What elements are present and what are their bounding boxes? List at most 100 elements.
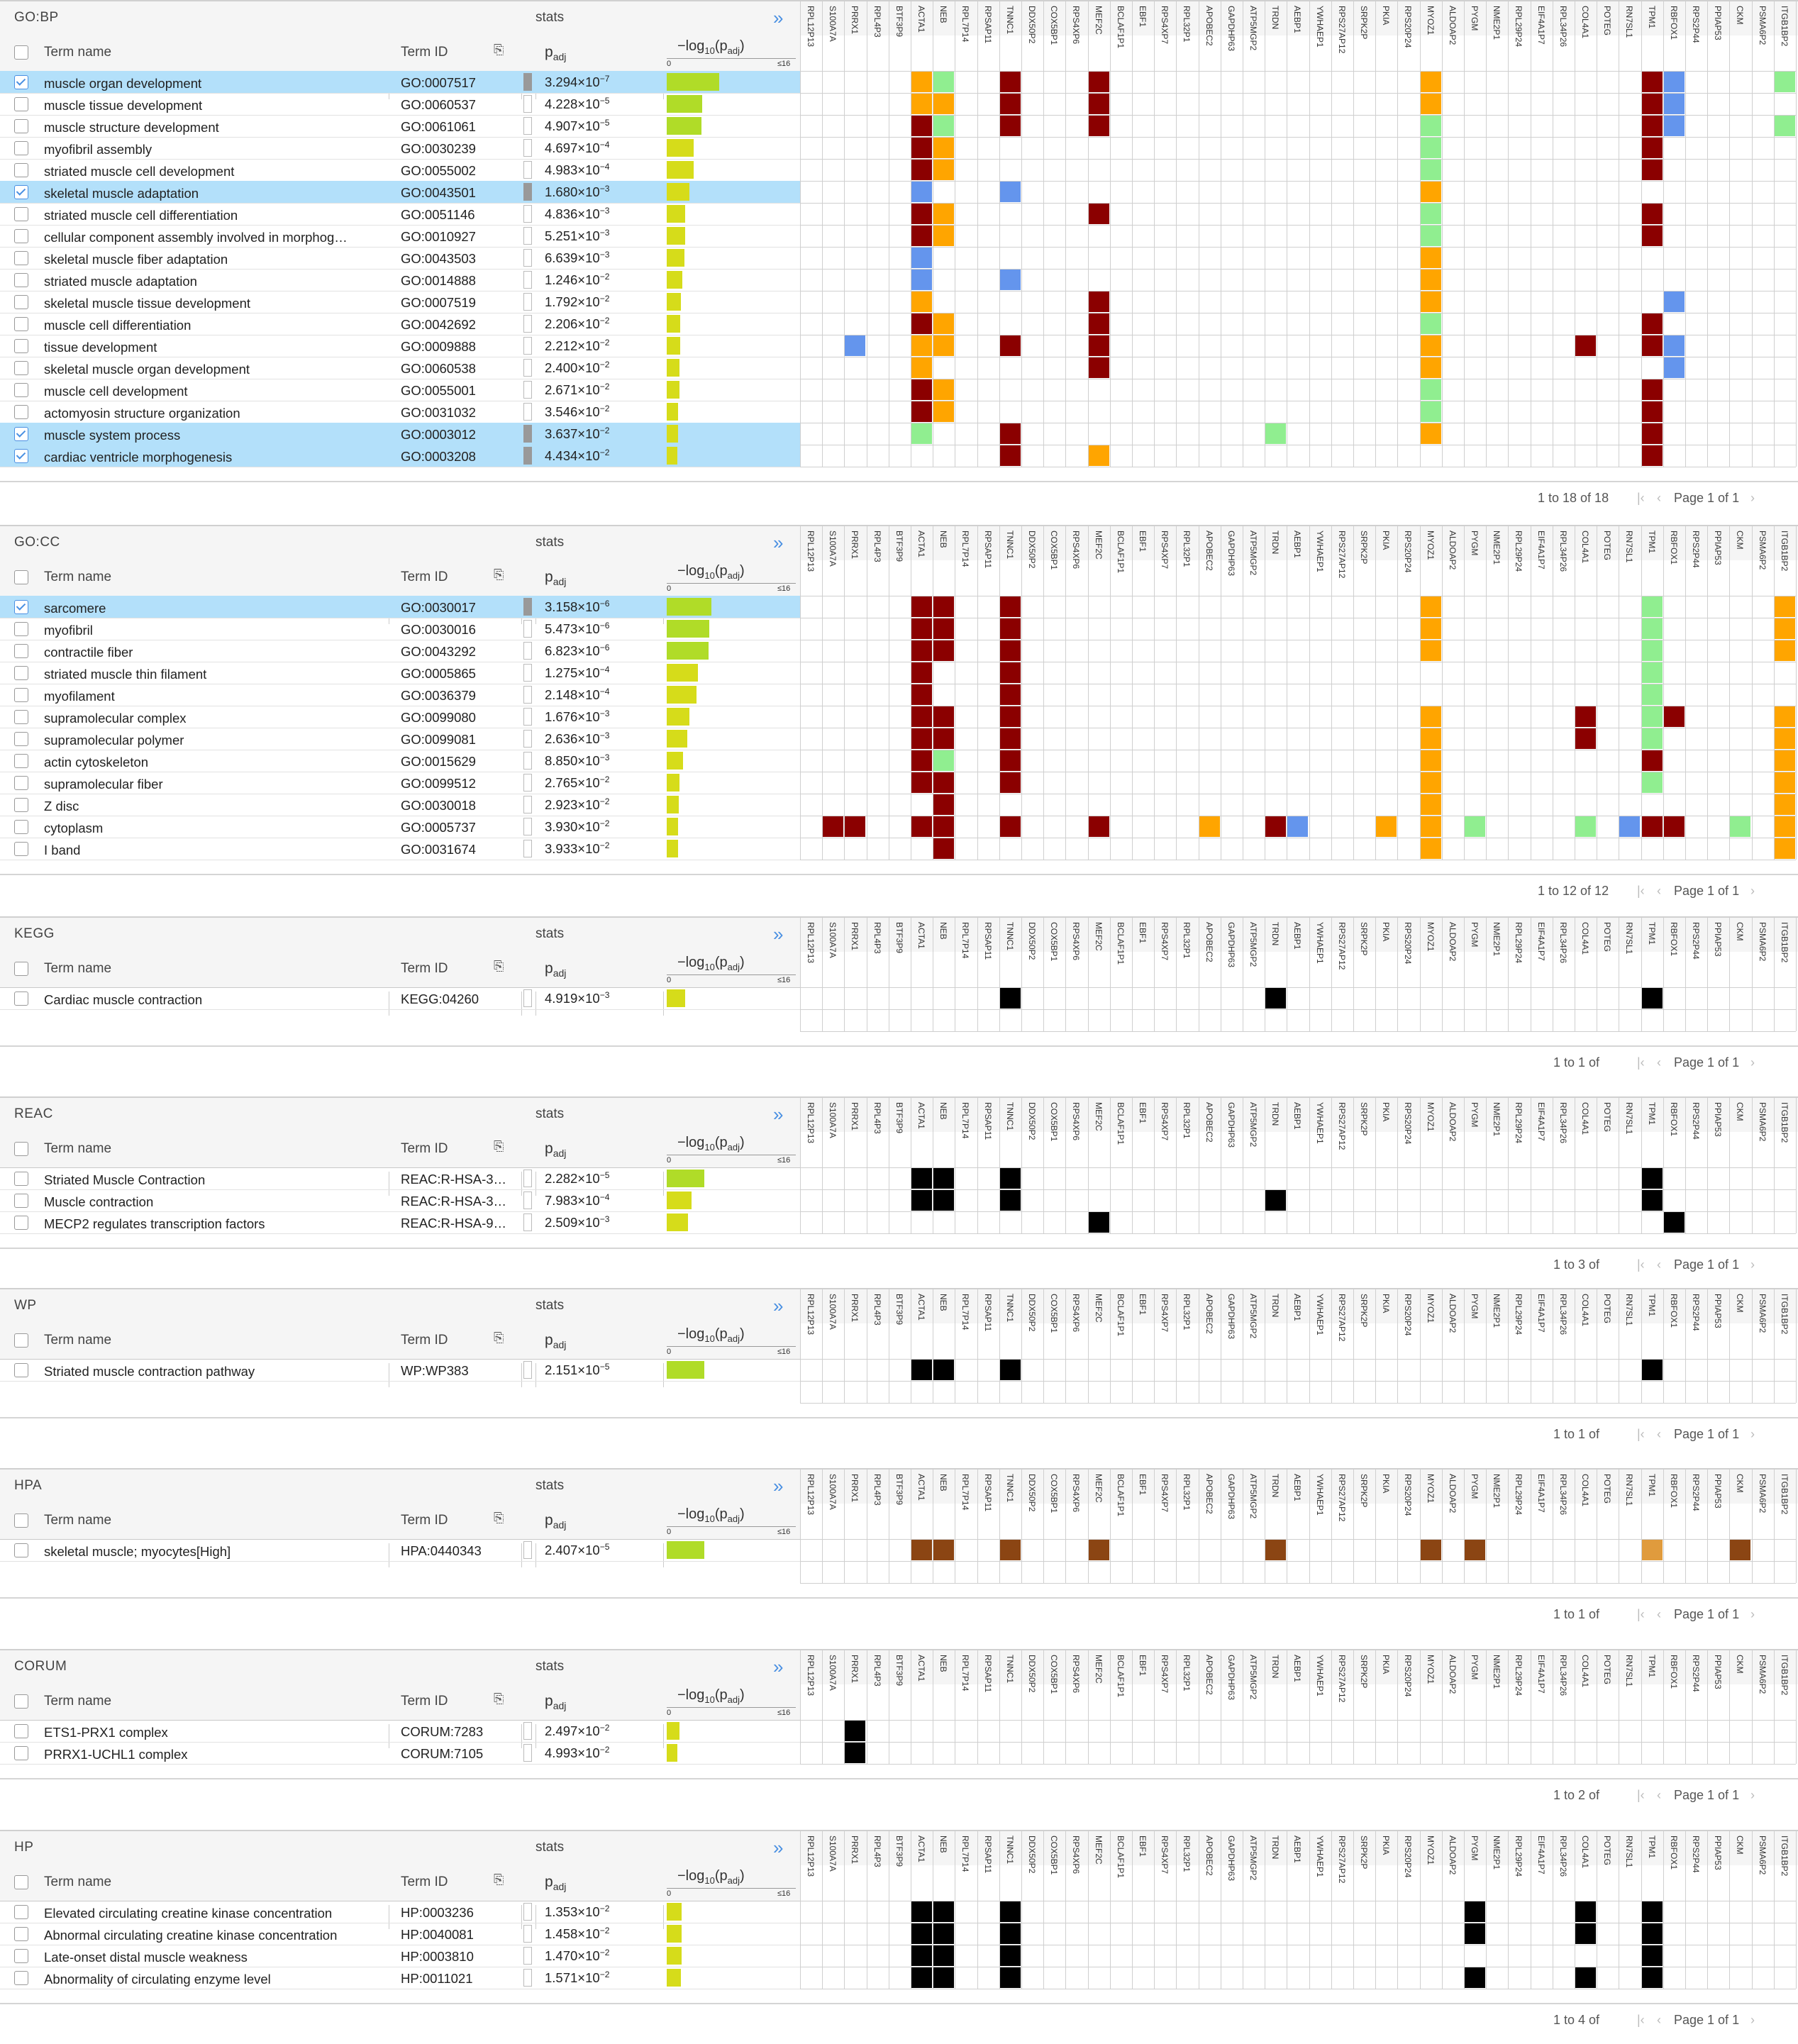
gene-column-aebp1[interactable]: AEBP1	[1287, 1096, 1308, 1167]
gene-column-rps20p24[interactable]: RPS20P24	[1397, 1288, 1419, 1359]
gene-column-trdn[interactable]: TRDN	[1265, 1830, 1286, 1901]
gene-column-aldoap2[interactable]: ALDOAP2	[1442, 1288, 1463, 1359]
gene-cell-rbfox1[interactable]	[1663, 94, 1685, 114]
gene-cell-tpm1[interactable]	[1641, 138, 1663, 158]
gene-column-bclaf1p1[interactable]: BCLAF1P1	[1110, 1288, 1131, 1359]
term-id[interactable]: GO:0043292	[401, 644, 521, 660]
gene-column-mef2c[interactable]: MEF2C	[1088, 525, 1109, 596]
gene-column-rps27ap12[interactable]: RPS27AP12	[1331, 1830, 1353, 1901]
gene-cell-tpm1[interactable]	[1641, 750, 1663, 771]
gene-column-eif4a1p7[interactable]: EIF4A1P7	[1531, 1830, 1552, 1901]
gene-column-ebf1[interactable]: EBF1	[1132, 1830, 1153, 1901]
gene-column-s100a7a[interactable]: S100A7A	[822, 525, 843, 596]
gene-cell-col4a1[interactable]	[1575, 1967, 1596, 1988]
result-row[interactable]: Abnormal circulating creatine kinase con…	[0, 1923, 800, 1945]
gene-column-col4a1[interactable]: COL4A1	[1575, 0, 1596, 71]
gene-column-rps4xp6[interactable]: RPS4XP6	[1065, 0, 1087, 71]
gene-cell-myoz1[interactable]	[1420, 1540, 1441, 1560]
gene-column-psma6p2[interactable]: PSMA6P2	[1752, 1096, 1773, 1167]
gene-column-rps4xp6[interactable]: RPS4XP6	[1065, 916, 1087, 987]
gene-column-ddx50p2[interactable]: DDX50P2	[1021, 1830, 1043, 1901]
gene-cell-acta1[interactable]	[911, 1540, 932, 1560]
gene-cell-myoz1[interactable]	[1420, 816, 1441, 837]
gene-column-neb[interactable]: NEB	[933, 1468, 954, 1539]
row-checkbox[interactable]	[14, 666, 28, 680]
term-id[interactable]: HP:0011021	[401, 1971, 521, 1987]
gene-column-ppiap53[interactable]: PPIAP53	[1707, 1830, 1728, 1901]
row-checkbox[interactable]	[14, 1172, 28, 1186]
gene-column-rpl12p13[interactable]: RPL12P13	[800, 1468, 821, 1539]
gene-column-rbfox1[interactable]: RBFOX1	[1663, 1096, 1685, 1167]
gene-column-gapdhp63[interactable]: GAPDHP63	[1221, 1649, 1242, 1720]
gene-cell-tnnc1[interactable]	[999, 445, 1021, 466]
gene-column-col4a1[interactable]: COL4A1	[1575, 1096, 1596, 1167]
gene-cell-tnnc1[interactable]	[999, 618, 1021, 639]
gene-cell-neb[interactable]	[933, 313, 955, 334]
gene-cell-acta1[interactable]	[911, 270, 932, 290]
gene-cell-tpm1[interactable]	[1641, 1901, 1663, 1922]
gene-column-rpsap11[interactable]: RPSAP11	[977, 1830, 999, 1901]
gene-column-rpl7p14[interactable]: RPL7P14	[955, 1096, 976, 1167]
term-id[interactable]: GO:0003208	[401, 449, 521, 465]
gene-column-rpl34p26[interactable]: RPL34P26	[1553, 1288, 1574, 1359]
term-id[interactable]: GO:0099512	[401, 776, 521, 792]
gene-column-bclaf1p1[interactable]: BCLAF1P1	[1110, 525, 1131, 596]
gene-cell-tnnc1[interactable]	[999, 662, 1021, 683]
term-id[interactable]: GO:0031032	[401, 405, 521, 421]
gene-cell-neb[interactable]	[933, 116, 955, 136]
gene-cell-tpm1[interactable]	[1641, 116, 1663, 136]
gene-cell-acta1[interactable]	[911, 816, 932, 837]
row-checkbox[interactable]	[14, 1971, 28, 1985]
term-id[interactable]: GO:0030017	[401, 600, 521, 616]
gene-column-rpl7p14[interactable]: RPL7P14	[955, 1288, 976, 1359]
gene-column-btf3p9[interactable]: BTF3P9	[889, 1830, 910, 1901]
neglog-header[interactable]: −log10(padj)	[677, 1506, 745, 1524]
padj-header[interactable]: padj	[545, 1693, 566, 1711]
gene-column-apobec2[interactable]: APOBEC2	[1199, 1468, 1220, 1539]
row-checkbox[interactable]	[14, 251, 28, 265]
term-name[interactable]: striated muscle cell differentiation	[44, 208, 377, 223]
result-row[interactable]: tissue development GO:0009888 2.212×10−2	[0, 335, 800, 357]
gene-column-acta1[interactable]: ACTA1	[911, 916, 932, 987]
copy-clipboard-icon[interactable]: ⎘	[494, 1139, 504, 1154]
gene-column-rpl29p24[interactable]: RPL29P24	[1508, 0, 1529, 71]
term-id[interactable]: CORUM:7283	[401, 1724, 521, 1740]
gene-cell-acta1[interactable]	[911, 401, 932, 422]
term-name[interactable]: sarcomere	[44, 601, 377, 616]
gene-cell-col4a1[interactable]	[1575, 816, 1596, 837]
gene-column-aebp1[interactable]: AEBP1	[1287, 916, 1308, 987]
result-row[interactable]: muscle cell development GO:0055001 2.671×1…	[0, 379, 800, 401]
gene-column-ddx50p2[interactable]: DDX50P2	[1021, 916, 1043, 987]
row-checkbox[interactable]	[14, 1746, 28, 1760]
result-row[interactable]: Late-onset distal muscle weakness HP:0003…	[0, 1945, 800, 1967]
gene-column-mef2c[interactable]: MEF2C	[1088, 1649, 1109, 1720]
gene-column-apobec2[interactable]: APOBEC2	[1199, 525, 1220, 596]
gene-column-myoz1[interactable]: MYOZ1	[1420, 1468, 1441, 1539]
result-row[interactable]: Striated muscle contraction pathway WP:WP…	[0, 1359, 800, 1381]
gene-column-tpm1[interactable]: TPM1	[1641, 1096, 1663, 1167]
gene-column-myoz1[interactable]: MYOZ1	[1420, 1288, 1441, 1359]
gene-column-itgb1bp2[interactable]: ITGB1BP2	[1774, 0, 1795, 71]
row-checkbox[interactable]	[14, 383, 28, 397]
gene-cell-myoz1[interactable]	[1420, 226, 1441, 246]
term-id[interactable]: GO:0031674	[401, 842, 521, 857]
gene-cell-itgb1bp2[interactable]	[1774, 772, 1795, 793]
term-id-header[interactable]: Term ID	[401, 1694, 448, 1709]
term-name[interactable]: cytoplasm	[44, 821, 377, 836]
gene-cell-prrx1[interactable]	[845, 335, 866, 356]
gene-cell-tnnc1[interactable]	[999, 335, 1021, 356]
term-name[interactable]: Abnormality of circulating enzyme level	[44, 1972, 377, 1987]
gene-column-rpl29p24[interactable]: RPL29P24	[1508, 1649, 1529, 1720]
term-id[interactable]: GO:0030239	[401, 141, 521, 157]
gene-column-aebp1[interactable]: AEBP1	[1287, 1649, 1308, 1720]
gene-cell-neb[interactable]	[933, 226, 955, 246]
result-row[interactable]: muscle structure development GO:0061061 4.…	[0, 115, 800, 137]
term-id-header[interactable]: Term ID	[401, 1874, 448, 1890]
gene-cell-pygm[interactable]	[1465, 1923, 1485, 1944]
gene-column-rpl12p13[interactable]: RPL12P13	[800, 1288, 821, 1359]
term-name[interactable]: skeletal muscle organ development	[44, 362, 377, 377]
copy-clipboard-icon[interactable]: ⎘	[494, 959, 504, 974]
gene-cell-mef2c[interactable]	[1088, 72, 1109, 92]
term-name[interactable]: Striated Muscle Contraction	[44, 1172, 377, 1188]
gene-cell-itgb1bp2[interactable]	[1774, 596, 1795, 617]
